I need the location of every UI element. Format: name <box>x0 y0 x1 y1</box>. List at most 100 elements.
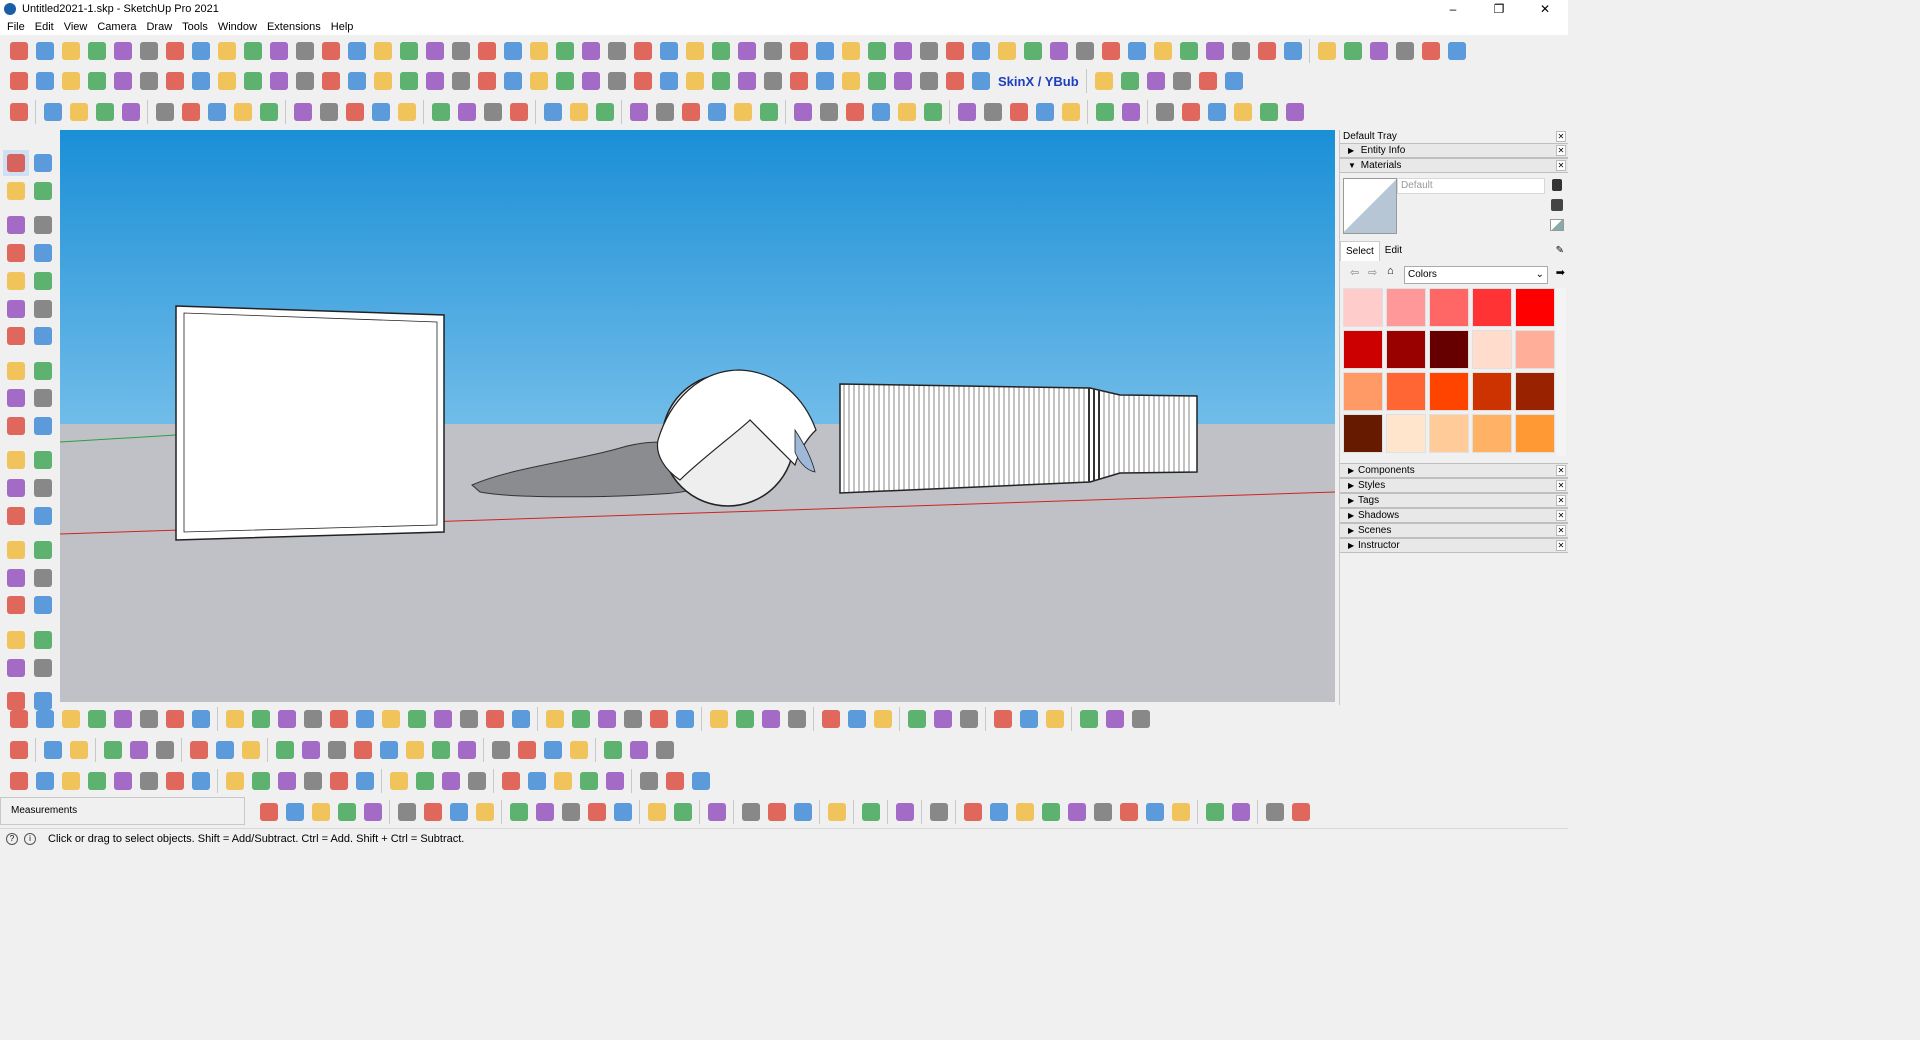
tool-icon[interactable] <box>230 99 256 125</box>
tool-icon[interactable] <box>30 537 56 563</box>
model-viewport[interactable] <box>60 130 1335 702</box>
tool-icon[interactable] <box>870 706 896 732</box>
tool-icon[interactable] <box>84 706 110 732</box>
tool-icon[interactable] <box>188 706 214 732</box>
tool-icon[interactable] <box>1116 799 1142 825</box>
tool-icon[interactable] <box>1128 706 1154 732</box>
tool-icon[interactable] <box>568 706 594 732</box>
tool-icon[interactable] <box>1204 99 1230 125</box>
tool-icon[interactable] <box>92 99 118 125</box>
tool-icon[interactable] <box>152 737 178 763</box>
tool-icon[interactable] <box>704 99 730 125</box>
tool-icon[interactable] <box>110 706 136 732</box>
tool-icon[interactable] <box>474 68 500 94</box>
maximize-button[interactable]: ❐ <box>1476 0 1522 18</box>
tool-icon[interactable] <box>524 768 550 794</box>
menu-help[interactable]: Help <box>326 21 359 33</box>
eyedropper-icon[interactable]: ✎ <box>1551 241 1569 261</box>
tool-icon[interactable] <box>732 706 758 732</box>
minimize-button[interactable]: – <box>1430 0 1476 18</box>
tool-icon[interactable] <box>454 737 480 763</box>
tool-icon[interactable] <box>58 38 84 64</box>
tool-icon[interactable] <box>844 706 870 732</box>
tool-icon[interactable] <box>514 737 540 763</box>
tool-icon[interactable] <box>818 706 844 732</box>
tool-icon[interactable] <box>1076 706 1102 732</box>
tool-icon[interactable] <box>672 706 698 732</box>
tool-icon[interactable] <box>438 768 464 794</box>
tool-icon[interactable] <box>1016 706 1042 732</box>
tool-icon[interactable] <box>352 706 378 732</box>
tool-icon[interactable] <box>670 799 696 825</box>
tool-icon[interactable] <box>100 737 126 763</box>
tool-icon[interactable] <box>248 768 274 794</box>
board-model[interactable] <box>175 305 445 541</box>
tool-icon[interactable] <box>344 68 370 94</box>
tool-icon[interactable] <box>344 38 370 64</box>
tool-icon[interactable] <box>942 68 968 94</box>
tool-icon[interactable] <box>730 99 756 125</box>
tool-icon[interactable] <box>136 38 162 64</box>
tool-icon[interactable] <box>3 537 29 563</box>
tool-icon[interactable] <box>1098 38 1124 64</box>
tool-icon[interactable] <box>6 99 32 125</box>
panel-materials[interactable]: ▼ Materials ✕ <box>1340 158 1568 173</box>
tool-icon[interactable] <box>1090 799 1116 825</box>
tool-icon[interactable] <box>334 799 360 825</box>
tool-icon[interactable] <box>32 768 58 794</box>
tool-icon[interactable] <box>1124 38 1150 64</box>
tool-icon[interactable] <box>1195 68 1221 94</box>
tool-icon[interactable] <box>118 99 144 125</box>
material-swatch[interactable] <box>1386 414 1426 453</box>
tool-icon[interactable] <box>526 68 552 94</box>
tool-icon[interactable] <box>30 323 56 349</box>
panel-close-icon[interactable]: ✕ <box>1556 160 1566 171</box>
tool-icon[interactable] <box>500 68 526 94</box>
tool-icon[interactable] <box>6 68 32 94</box>
tool-icon[interactable] <box>3 385 29 411</box>
tool-icon[interactable] <box>84 68 110 94</box>
tool-icon[interactable] <box>636 768 662 794</box>
tool-icon[interactable] <box>1152 99 1178 125</box>
tab-edit[interactable]: Edit <box>1380 241 1407 261</box>
tool-icon[interactable] <box>256 799 282 825</box>
tool-icon[interactable] <box>30 385 56 411</box>
tool-icon[interactable] <box>162 38 188 64</box>
tool-icon[interactable] <box>240 68 266 94</box>
tool-icon[interactable] <box>3 565 29 591</box>
tool-icon[interactable] <box>266 38 292 64</box>
tool-icon[interactable] <box>604 38 630 64</box>
tool-icon[interactable] <box>790 99 816 125</box>
tool-icon[interactable] <box>386 768 412 794</box>
tool-icon[interactable] <box>222 706 248 732</box>
tool-icon[interactable] <box>30 150 56 176</box>
material-swatch[interactable] <box>1429 372 1469 411</box>
tool-icon[interactable] <box>1340 38 1366 64</box>
tool-icon[interactable] <box>290 99 316 125</box>
lock-icon[interactable] <box>1552 179 1562 191</box>
tool-icon[interactable] <box>892 799 918 825</box>
tool-icon[interactable] <box>1280 38 1306 64</box>
tool-icon[interactable] <box>274 706 300 732</box>
create-material-icon[interactable] <box>1551 199 1563 211</box>
menu-camera[interactable]: Camera <box>92 21 141 33</box>
panel-components[interactable]: ▶ Components ✕ <box>1340 463 1568 478</box>
tool-icon[interactable] <box>126 737 152 763</box>
tool-icon[interactable] <box>682 68 708 94</box>
tool-icon[interactable] <box>706 706 732 732</box>
tool-icon[interactable] <box>30 627 56 653</box>
tool-icon[interactable] <box>3 475 29 501</box>
tool-icon[interactable] <box>1012 799 1038 825</box>
tool-icon[interactable] <box>454 99 480 125</box>
tool-icon[interactable] <box>318 68 344 94</box>
tool-icon[interactable] <box>630 68 656 94</box>
tool-icon[interactable] <box>532 799 558 825</box>
menu-draw[interactable]: Draw <box>141 21 177 33</box>
tool-icon[interactable] <box>30 503 56 529</box>
tool-icon[interactable] <box>756 99 782 125</box>
panel-tags[interactable]: ▶ Tags ✕ <box>1340 493 1568 508</box>
panel-styles[interactable]: ▶ Styles ✕ <box>1340 478 1568 493</box>
tool-icon[interactable] <box>500 38 526 64</box>
tool-icon[interactable] <box>682 38 708 64</box>
tool-icon[interactable] <box>1058 99 1084 125</box>
